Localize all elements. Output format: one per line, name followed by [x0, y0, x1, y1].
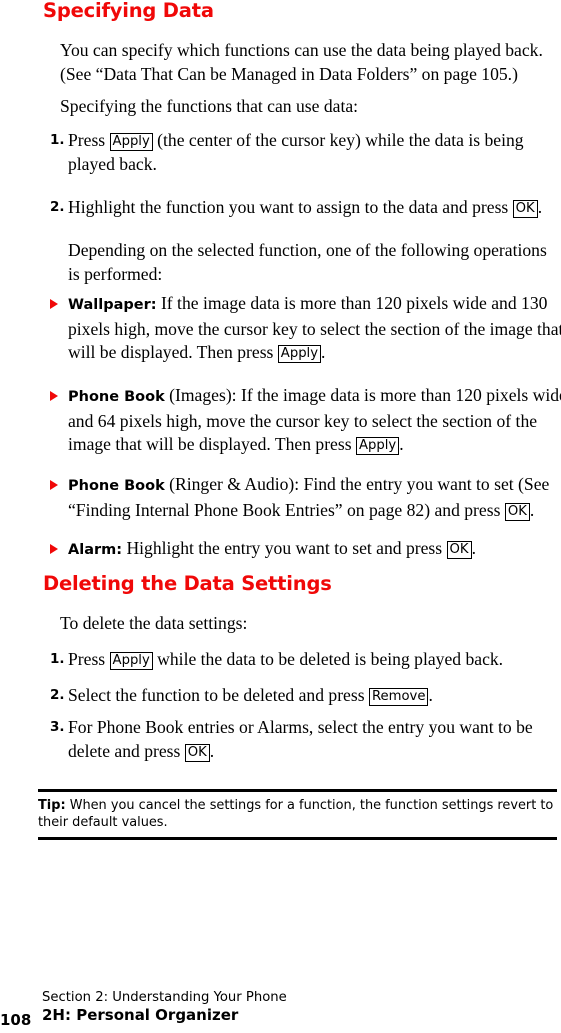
key-remove[interactable]: Remove	[368, 688, 429, 706]
bullet-lead-paren: (Ringer & Audio):	[164, 474, 300, 494]
step-text-pre: Press	[68, 130, 110, 150]
footer-page-number: 108	[0, 1011, 32, 1029]
bullet-text-post: .	[399, 434, 404, 454]
tip-callout: Tip: When you cancel the settings for a …	[38, 789, 557, 840]
step-text-pre: Press	[68, 649, 110, 669]
key-ok[interactable]: OK	[504, 502, 530, 521]
tip-message: When you cancel the settings for a funct…	[38, 798, 554, 830]
footer-chapter-label: 2H: Personal Organizer	[42, 1006, 239, 1024]
bullet-lead-label: Phone Book	[68, 389, 165, 405]
list-item: Phone Book (Ringer & Audio): Find the en…	[50, 473, 561, 522]
manual-page: Specifying Data You can specify which fu…	[0, 0, 561, 1033]
step2-followup-text: Depending on the selected function, one …	[68, 240, 547, 284]
bullet-lead-paren: (Images):	[164, 385, 237, 405]
deleting-intro-text: To delete the data settings:	[60, 613, 248, 633]
key-apply[interactable]: Apply	[277, 345, 322, 363]
list-item: Alarm: Highlight the entry you want to s…	[50, 537, 561, 563]
triangle-bullet-icon	[50, 544, 58, 554]
page-title: Specifying Data	[43, 0, 214, 22]
list-item: 2. Highlight the function you want to as…	[50, 196, 561, 220]
bullet-text-pre: Highlight the entry you want to set and …	[122, 538, 447, 558]
key-ok[interactable]: OK	[512, 200, 538, 218]
list-item: Phone Book (Images): If the image data i…	[50, 384, 561, 457]
key-apply[interactable]: Apply	[355, 437, 400, 455]
step-text-post: .	[537, 197, 543, 217]
subsection-title-deleting: Deleting the Data Settings	[43, 572, 332, 595]
step-number: 2.	[50, 687, 65, 703]
step-number: 1.	[50, 132, 65, 148]
intro-paragraph-1: You can specify which functions can use …	[60, 40, 543, 84]
step-text-post: .	[428, 685, 433, 705]
bullet-text-post: .	[529, 499, 535, 520]
bullet-lead-label: Wallpaper	[68, 297, 151, 313]
list-item: Wallpaper: If the image data is more tha…	[50, 292, 561, 365]
bullet-text-post: .	[471, 538, 476, 558]
triangle-bullet-icon	[50, 299, 58, 309]
triangle-bullet-icon	[50, 391, 58, 401]
step-text-post: .	[209, 740, 215, 761]
bullet-text-post: .	[321, 342, 326, 362]
key-ok[interactable]: OK	[184, 743, 210, 762]
key-apply[interactable]: Apply	[109, 652, 153, 670]
step-text-pre: For Phone Book entries or Alarms, select…	[68, 717, 533, 761]
list-item: 1. Press Apply while the data to be dele…	[50, 648, 561, 672]
tip-bottom-rule	[38, 837, 557, 840]
list-item: 3. For Phone Book entries or Alarms, sel…	[50, 716, 558, 763]
key-apply[interactable]: Apply	[109, 133, 153, 151]
tip-body: Tip: When you cancel the settings for a …	[38, 792, 557, 837]
bullet-lead-label: Phone Book	[68, 478, 165, 494]
step-text-post: while the data to be deleted is being pl…	[152, 649, 504, 669]
page-footer: 108 Section 2: Understanding Your Phone …	[0, 990, 400, 1032]
triangle-bullet-icon	[50, 480, 58, 490]
intro-paragraph-2: Specifying the functions that can use da…	[60, 96, 359, 116]
step-number: 3.	[50, 719, 65, 735]
tip-label: Tip:	[38, 798, 66, 813]
footer-section-label: Section 2: Understanding Your Phone	[42, 990, 287, 1005]
bullet-lead-label: Alarm	[68, 542, 117, 558]
step-number: 1.	[50, 651, 65, 667]
list-item: 2. Select the function to be deleted and…	[50, 684, 561, 708]
step-number: 2.	[50, 199, 65, 215]
step-text-pre: Select the function to be deleted and pr…	[68, 685, 369, 705]
list-item: 1. Press Apply (the center of the cursor…	[50, 129, 558, 176]
step-text-pre: Highlight the function you want to assig…	[68, 197, 513, 217]
key-ok[interactable]: OK	[446, 541, 472, 559]
